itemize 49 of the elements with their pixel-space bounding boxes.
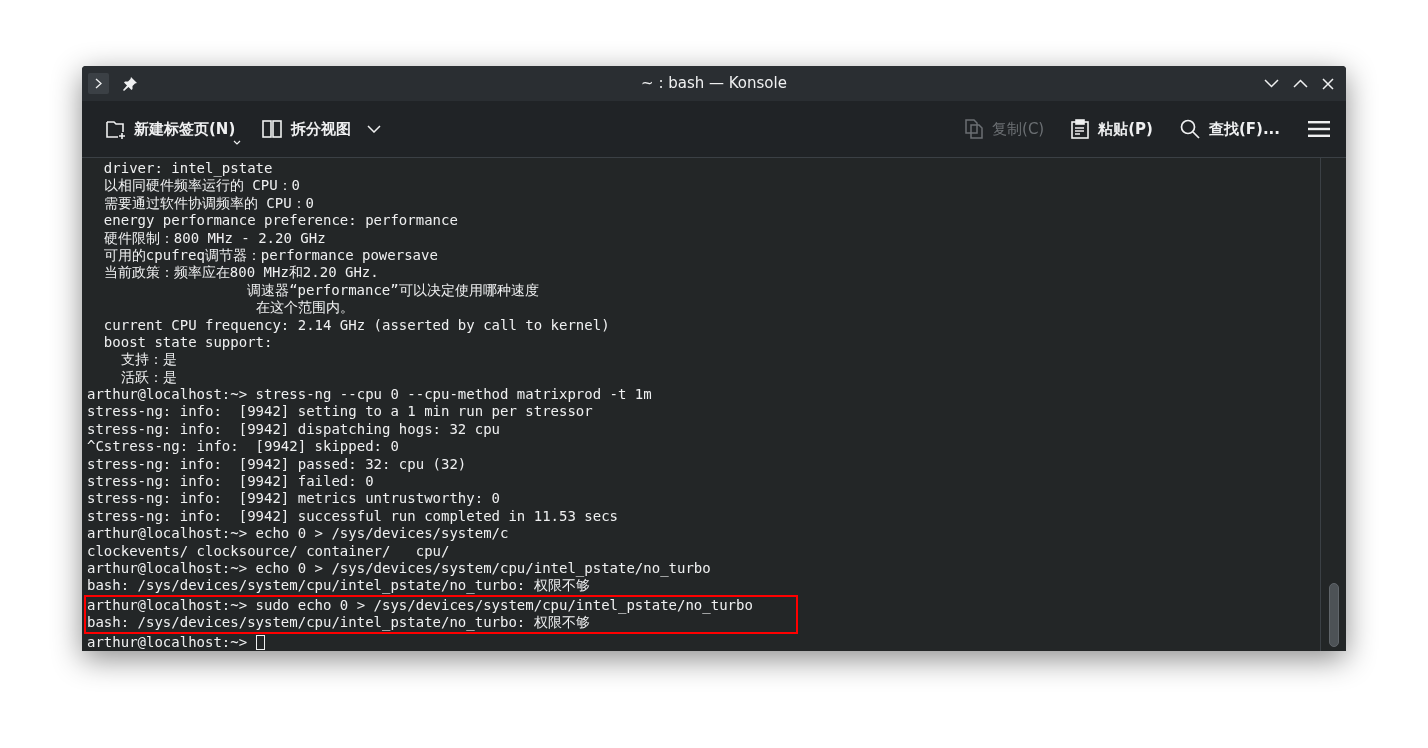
terminal-line: stress-ng: info: [9942] failed: 0 bbox=[87, 473, 375, 491]
paste-button[interactable]: 粘贴(P) bbox=[1064, 111, 1159, 147]
terminal-line: 需要通过软件协调频率的 CPU：0 bbox=[102, 194, 315, 213]
terminal-line: 调速器“performance”可以决定使用哪种速度 bbox=[246, 281, 540, 300]
terminal-line: stress-ng: info: [9942] setting to a 1 min run per stressor bbox=[87, 403, 594, 421]
terminal-line: arthur@localhost:~> echo 0 > /sys/devices/system/cpu/intel_pstate/no_turbo bbox=[87, 560, 712, 578]
new-tab-button[interactable]: 新建标签页(N) bbox=[98, 111, 242, 147]
menu-button[interactable] bbox=[88, 73, 109, 94]
terminal-line: energy performance preference: performance bbox=[102, 212, 459, 230]
pin-icon[interactable] bbox=[123, 76, 137, 91]
new-tab-icon bbox=[104, 118, 126, 140]
terminal-line: clockevents/ clocksource/ container/ cpu/ bbox=[87, 542, 451, 560]
caret-icon bbox=[233, 140, 242, 145]
terminal-line: ^Cstress-ng: info: [9942] skipped: 0 bbox=[87, 438, 400, 456]
terminal-line: bash: /sys/devices/system/cpu/intel_pstate/no_turbo: 权限不够 bbox=[87, 577, 591, 595]
split-view-icon bbox=[261, 118, 284, 140]
terminal-line: stress-ng: info: [9942] passed: 32: cpu (32) bbox=[87, 455, 468, 474]
terminal-line: arthur@localhost:~> stress-ng --cpu 0 --cpu-method matrixprod -t 1m bbox=[87, 386, 653, 404]
terminal-line: arthur@localhost:~> sudo echo 0 > /sys/devices/system/cpu/intel_pstate/no_turbo bbox=[87, 596, 754, 615]
terminal-line: stress-ng: info: [9942] metrics untrustworthy: 0 bbox=[87, 490, 501, 508]
terminal-line: 当前政策：频率应在800 MHz和2.20 GHz. bbox=[102, 264, 380, 282]
terminal-line: boost state support: bbox=[102, 333, 274, 352]
chevron-right-icon bbox=[95, 78, 102, 89]
terminal-line: 在这个范围内。 bbox=[254, 299, 355, 317]
terminal-line: 活跃：是 bbox=[119, 368, 178, 387]
terminal-line: stress-ng: info: [9942] successful run completed in 11.53 secs bbox=[87, 507, 619, 526]
close-icon[interactable] bbox=[1322, 77, 1334, 90]
chevron-down-icon bbox=[367, 125, 382, 133]
menu-icon[interactable] bbox=[1308, 120, 1330, 138]
terminal-line: 支持：是 bbox=[119, 351, 178, 369]
search-icon bbox=[1178, 118, 1201, 140]
terminal-prompt: arthur@localhost:~> bbox=[87, 633, 249, 651]
scrollbar-thumb[interactable] bbox=[1328, 583, 1339, 647]
clipboard-icon bbox=[1070, 118, 1091, 140]
terminal-line: current CPU frequency: 2.14 GHz (asserted by call to kernel) bbox=[102, 316, 611, 334]
window-title: ~ : bash — Konsole bbox=[641, 73, 787, 95]
minimize-icon[interactable] bbox=[1264, 79, 1279, 88]
terminal-line: stress-ng: info: [9942] dispatching hogs: 32 cpu bbox=[87, 420, 501, 439]
terminal-line: arthur@localhost:~> echo 0 > /sys/devices/system/c bbox=[87, 525, 510, 543]
terminal-line: 硬件限制：800 MHz - 2.20 GHz bbox=[102, 229, 327, 247]
copy-icon bbox=[964, 118, 985, 140]
terminal-line: 可用的cpufreq调节器：performance powersave bbox=[102, 246, 439, 265]
split-button[interactable]: 拆分视图 bbox=[255, 111, 388, 147]
terminal-line: bash: /sys/devices/system/cpu/intel_pstate/no_turbo: 权限不够 bbox=[87, 614, 591, 632]
maximize-icon[interactable] bbox=[1293, 79, 1308, 88]
text-cursor bbox=[255, 634, 265, 650]
terminal-line: 以相同硬件频率运行的 CPU：0 bbox=[102, 177, 301, 195]
terminal-line: driver: intel_pstate bbox=[102, 160, 274, 178]
find-button[interactable]: 查找(F)... bbox=[1172, 111, 1286, 147]
